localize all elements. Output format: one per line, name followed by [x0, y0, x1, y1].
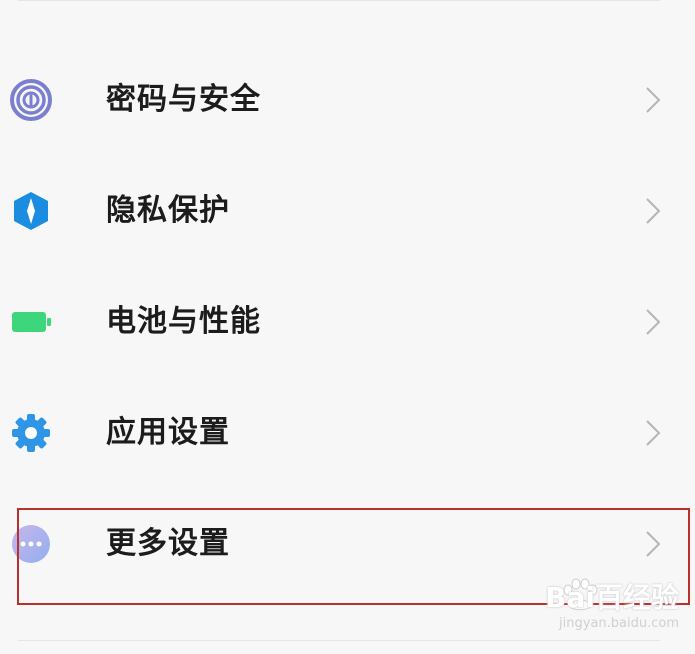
chevron-right-icon	[646, 309, 661, 335]
chevron-right-icon	[646, 531, 661, 557]
gear-icon	[12, 414, 50, 452]
bottom-divider	[18, 640, 660, 641]
settings-item-label: 电池与性能	[106, 304, 261, 339]
settings-item-app-settings[interactable]: 应用设置	[0, 378, 695, 489]
privacy-shield-icon	[14, 192, 48, 230]
settings-item-more-settings[interactable]: 更多设置	[0, 489, 695, 600]
settings-item-label: 隐私保护	[106, 193, 230, 228]
chevron-right-icon	[646, 87, 661, 113]
chevron-right-icon	[646, 198, 661, 224]
settings-item-label: 更多设置	[106, 526, 230, 561]
settings-item-password-security[interactable]: 密码与安全	[0, 45, 695, 156]
top-divider	[18, 0, 660, 1]
settings-item-label: 密码与安全	[106, 82, 261, 117]
battery-icon	[12, 312, 51, 332]
chevron-right-icon	[646, 420, 661, 446]
fingerprint-icon	[10, 79, 52, 121]
settings-screen: 密码与安全 隐私保护 电池与性能 应用设置 更多设置 Bai百经验 jingya…	[0, 0, 695, 654]
settings-item-battery-performance[interactable]: 电池与性能	[0, 267, 695, 378]
settings-item-privacy[interactable]: 隐私保护	[0, 156, 695, 267]
watermark-url-text: jingyan.baidu.com	[559, 616, 679, 631]
more-dots-icon	[12, 525, 50, 563]
settings-item-label: 应用设置	[106, 415, 230, 450]
